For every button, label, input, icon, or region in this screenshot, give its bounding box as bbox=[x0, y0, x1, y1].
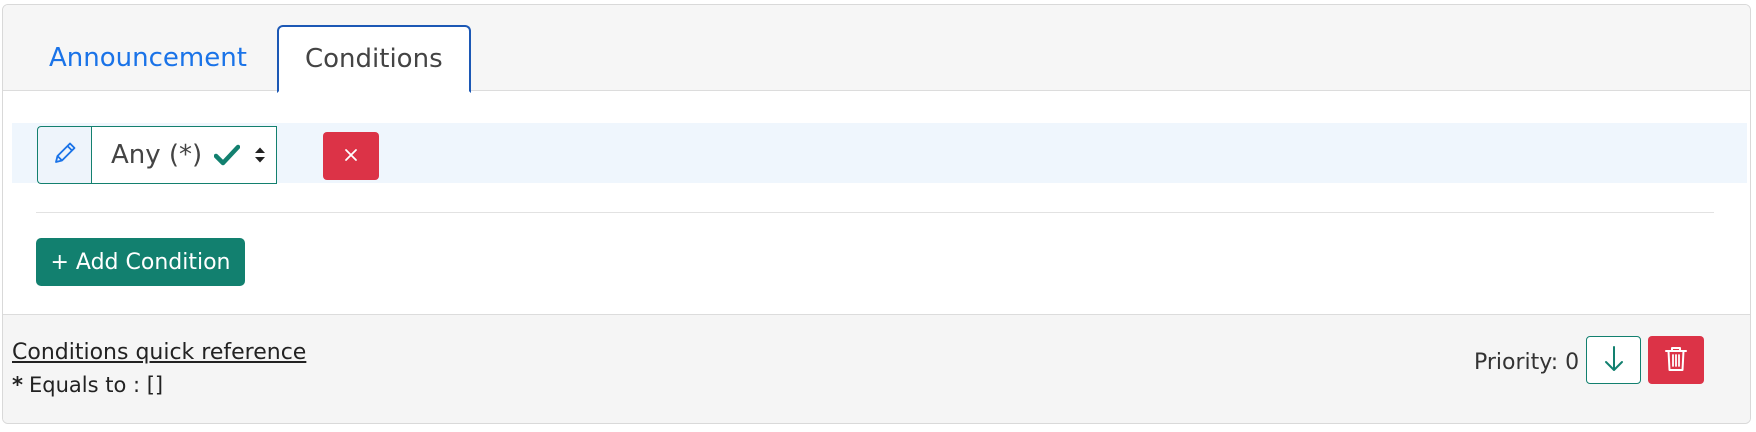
delete-rule-button[interactable] bbox=[1648, 336, 1704, 384]
divider bbox=[36, 212, 1714, 213]
tab-announcement[interactable]: Announcement bbox=[23, 25, 273, 92]
sort-caret-icon bbox=[254, 146, 266, 164]
conditions-reference-link[interactable]: Conditions quick reference bbox=[12, 340, 306, 365]
rule-card: Announcement Conditions Any (*) + Add Co… bbox=[2, 4, 1751, 424]
trash-icon bbox=[1664, 345, 1688, 376]
add-condition-button[interactable]: + Add Condition bbox=[36, 238, 245, 286]
card-footer: Conditions quick reference * Equals to : … bbox=[3, 314, 1750, 423]
condition-select-value: Any (*) bbox=[111, 140, 203, 170]
reference-text: Equals to : [] bbox=[28, 373, 164, 397]
condition-row: Any (*) bbox=[12, 123, 1747, 184]
condition-select[interactable]: Any (*) bbox=[91, 126, 277, 184]
close-icon bbox=[344, 148, 358, 165]
reference-entry: * Equals to : [] bbox=[12, 373, 163, 397]
reference-star: * bbox=[12, 373, 23, 397]
arrow-down-icon bbox=[1604, 345, 1624, 376]
tab-conditions[interactable]: Conditions bbox=[277, 25, 471, 93]
remove-condition-button[interactable] bbox=[323, 132, 379, 180]
tab-bar: Announcement Conditions bbox=[3, 5, 1750, 93]
move-down-button[interactable] bbox=[1586, 336, 1641, 384]
check-icon bbox=[214, 144, 241, 166]
pencil-icon bbox=[52, 140, 78, 170]
priority-label: Priority: 0 bbox=[1474, 350, 1580, 375]
edit-condition-button[interactable] bbox=[37, 126, 91, 184]
